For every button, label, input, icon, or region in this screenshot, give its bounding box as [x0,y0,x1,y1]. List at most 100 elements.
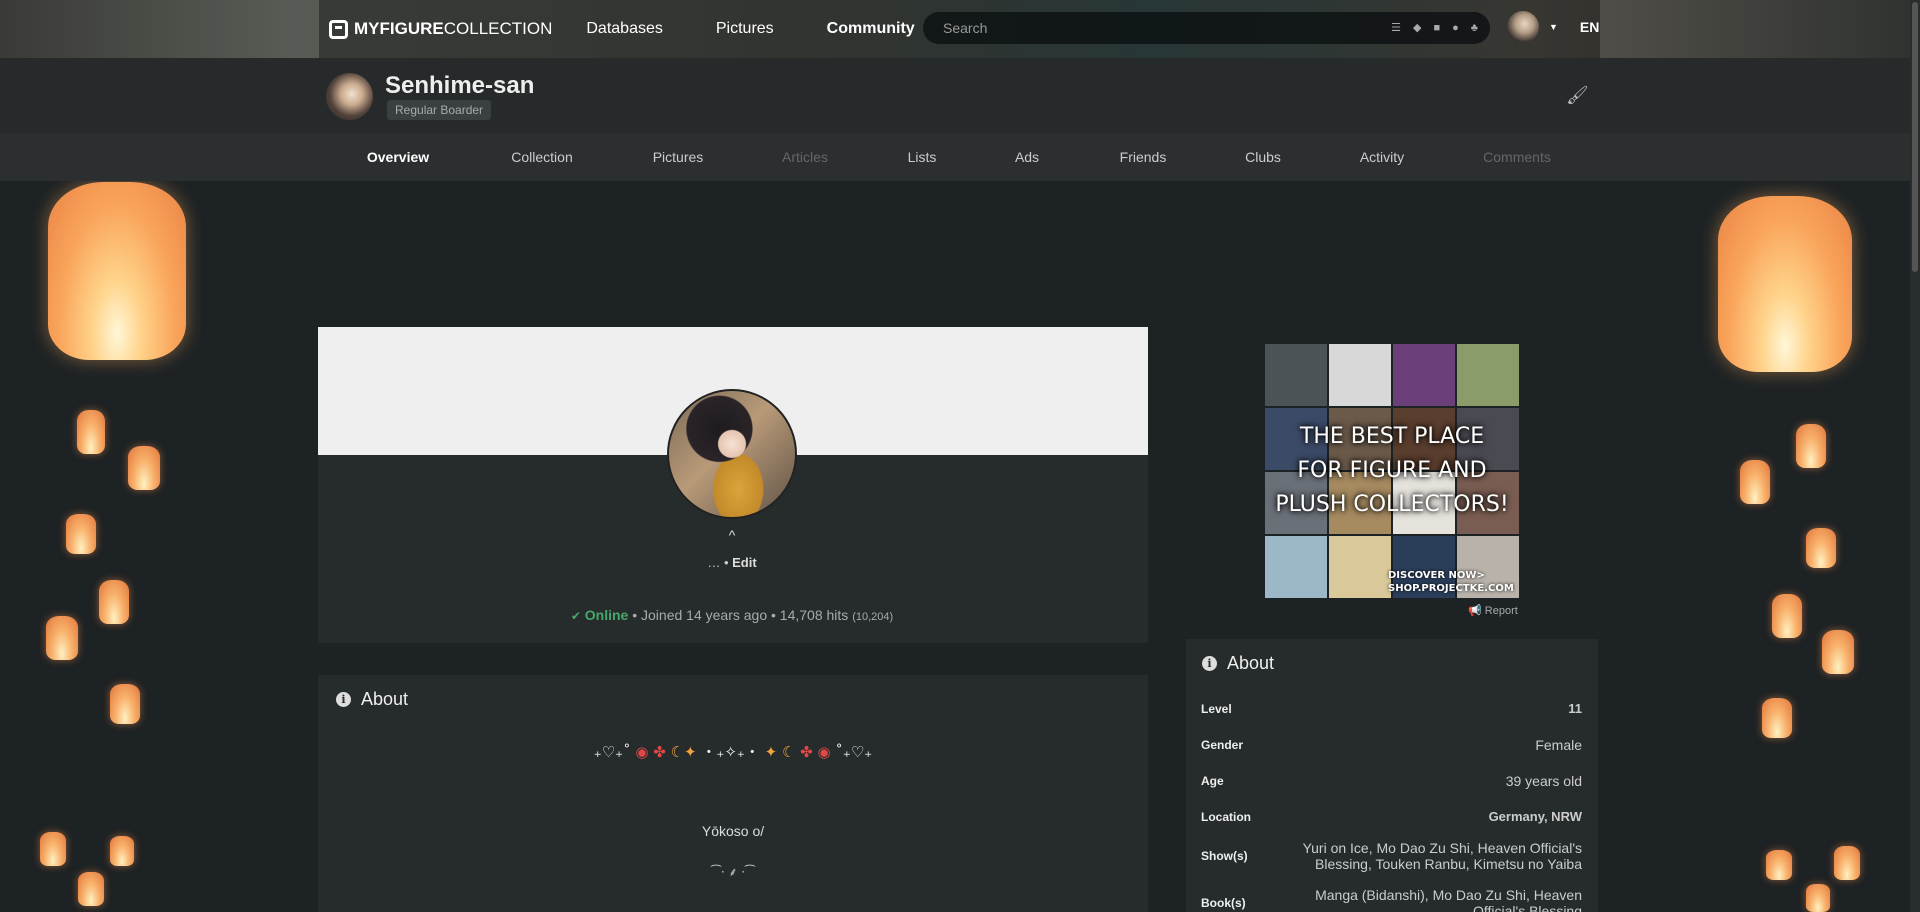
lantern-decoration [1806,884,1830,912]
ad-headline-line: FOR FIGURE AND [1297,458,1487,483]
rank-badge: Regular Boarder [387,100,492,120]
report-label: Report [1484,605,1518,617]
top-navbar: MYFIGURE COLLECTION Databases Pictures Co… [0,0,1920,58]
lantern-decoration [1772,594,1802,638]
search-filters: ☰ ◆ ■ ● ♣ [1391,21,1478,35]
brand-light: COLLECTION [443,19,553,38]
profile-header: Senhime-san Regular Boarder 🖌 [0,58,1920,133]
nav-databases[interactable]: Databases [586,20,663,38]
tab-clubs[interactable]: Clubs [1245,149,1281,165]
about-sidebar-title: About [1227,653,1275,673]
lantern-decoration [46,616,78,660]
row-key: Location [1201,810,1251,824]
lantern-decoration [66,514,96,554]
check-circle-icon: ✔ [570,609,581,623]
user-status: ✔ Online • Joined 14 years ago • 14,708 … [571,607,893,623]
box-icon[interactable]: ■ [1433,21,1440,35]
tab-friends[interactable]: Friends [1120,149,1167,165]
profile-tabs: Overview Collection Pictures Articles Li… [0,133,1920,181]
list-icon[interactable]: ☰ [1391,21,1401,35]
profile-avatar[interactable] [326,73,373,120]
about-row-shows: Show(s) Yuri on Ice, Mo Dao Zu Shi, Heav… [1201,840,1582,872]
report-ad-link[interactable]: 📢 Report [1468,604,1518,617]
ad-tile [1328,343,1392,407]
site-logo[interactable]: MYFIGURE COLLECTION [329,19,552,39]
profile-avatar-large[interactable] [667,389,797,519]
brand-bold: MYFIGURE [354,19,444,38]
info-icon: i [336,692,351,707]
group-icon[interactable]: ♣ [1471,21,1478,35]
page-scrollbar[interactable] [1910,0,1920,912]
lantern-decoration [1822,630,1854,674]
tab-activity[interactable]: Activity [1360,149,1404,165]
row-key: Gender [1201,738,1244,752]
about-row-location: Location Germany, NRW [1201,809,1582,825]
hits-detail: (10,204) [852,611,894,623]
search-input[interactable] [943,20,1343,36]
about-row-age: Age 39 years old [1201,773,1582,789]
row-value: 11 [1568,701,1582,716]
row-key: Level [1201,702,1232,716]
tag-icon[interactable]: ◆ [1413,21,1421,35]
chevron-up-icon[interactable]: ^ [729,527,736,543]
megaphone-icon: 📢 [1468,605,1482,617]
tab-collection[interactable]: Collection [511,149,572,165]
navbar-inner: MYFIGURE COLLECTION Databases Pictures Co… [319,0,1600,58]
about-row-level: Level 11 [1201,701,1582,717]
tab-ads[interactable]: Ads [1015,149,1039,165]
caret-down-icon[interactable]: ▼ [1549,22,1558,32]
decorative-divider: ⁀⋅ ⸙ ⋅⁀ [711,865,755,879]
row-key: Show(s) [1201,849,1248,863]
search-bar: ☰ ◆ ■ ● ♣ [923,12,1490,44]
nav-pictures[interactable]: Pictures [716,20,774,38]
scrollbar-thumb[interactable] [1912,2,1918,272]
ad-tile [1264,535,1328,599]
edit-line: … • Edit [707,555,757,570]
greeting-text: Yōkoso o/ [701,823,765,839]
ad-tile [1392,343,1456,407]
lantern-decoration [128,446,160,490]
about-row-books: Book(s) Manga (Bidanshi), Mo Dao Zu Shi,… [1201,887,1582,912]
logo-icon [329,19,348,39]
ad-cta: DISCOVER NOW> SHOP.PROJECTKE.COM [1388,569,1514,595]
join-hits-info: • Joined 14 years ago • 14,708 hits [628,607,853,623]
ad-tile [1264,343,1328,407]
row-key: Age [1201,774,1224,788]
about-title: About [361,689,409,709]
lantern-decoration [110,684,140,724]
row-value: Yuri on Ice, Mo Dao Zu Shi, Heaven Offic… [1302,840,1582,872]
about-sidebar: i About Level 11 Gender Female Age 39 ye… [1186,639,1598,912]
lantern-decoration [1796,424,1826,468]
ad-tile [1456,343,1520,407]
language-selector[interactable]: EN [1580,19,1599,35]
lantern-decoration [99,580,129,624]
tab-articles: Articles [782,149,828,165]
ad-headline-line: THE BEST PLACE [1299,424,1485,449]
lantern-decoration [1766,850,1792,880]
edit-link[interactable]: Edit [732,555,757,570]
more-ellipsis[interactable]: … [707,555,720,570]
lantern-decoration [1806,528,1836,568]
ad-cta-line: DISCOVER NOW> [1388,570,1485,581]
tab-pictures[interactable]: Pictures [653,149,704,165]
row-value: Female [1535,737,1582,753]
lantern-decoration [78,872,104,906]
row-key: Book(s) [1201,896,1246,910]
decorative-emoji-line: ₊♡₊˚ ◉ ✤ ☾✦ ・₊✧₊・ ✦ ☾ ✤ ◉ ˚₊♡₊ [593,743,873,761]
lantern-decoration [40,832,66,866]
tab-lists[interactable]: Lists [908,149,937,165]
row-value: Manga (Bidanshi), Mo Dao Zu Shi, Heaven … [1315,887,1582,912]
nav-community[interactable]: Community [827,20,915,38]
avatar[interactable] [1507,11,1539,43]
user-icon[interactable]: ● [1452,21,1459,35]
info-icon: i [1202,656,1217,671]
tab-overview[interactable]: Overview [367,149,429,165]
about-sidebar-heading: i About [1202,653,1274,674]
row-value[interactable]: Germany, NRW [1489,809,1582,825]
ad-tile [1328,535,1392,599]
lantern-decoration [48,182,186,360]
about-row-gender: Gender Female [1201,737,1582,753]
online-status: Online [584,607,629,623]
profile-card: ^ … • Edit ✔ Online • Joined 14 years ag… [318,327,1148,643]
brush-icon[interactable]: 🖌 [1566,85,1589,106]
